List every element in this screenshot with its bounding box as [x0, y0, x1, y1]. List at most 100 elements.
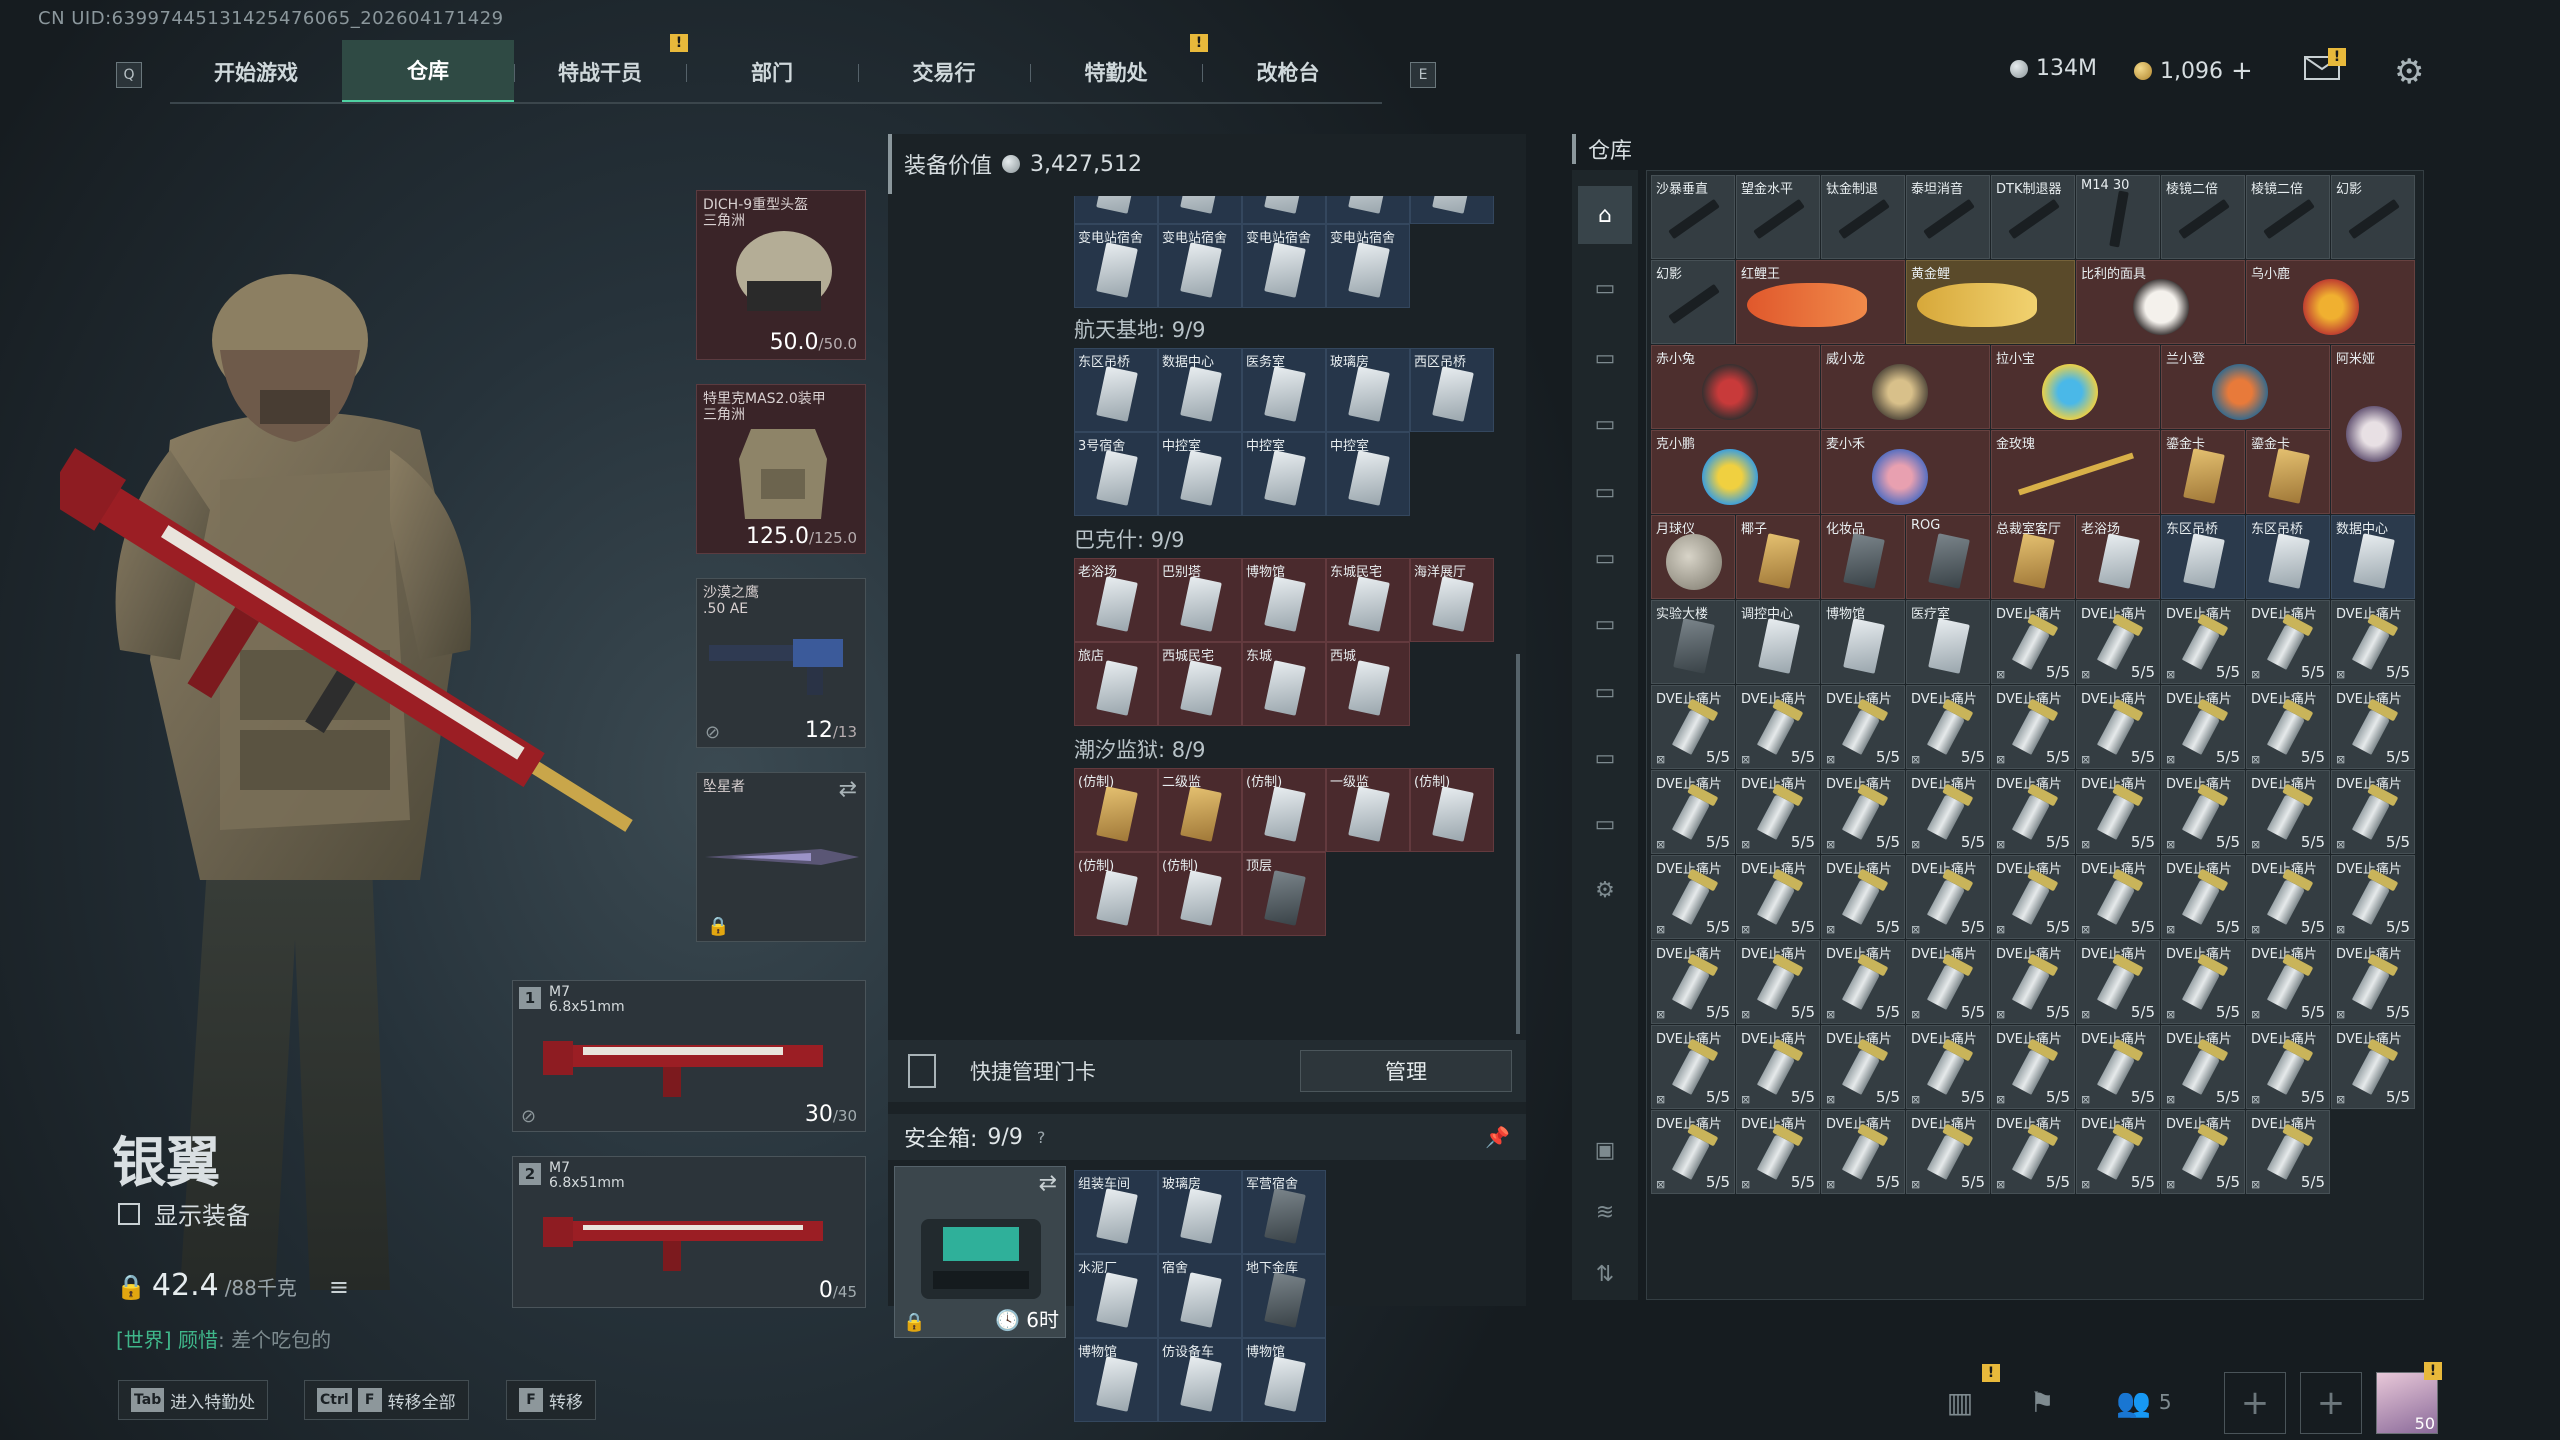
friends-button[interactable]: 👥 5	[2116, 1380, 2196, 1424]
prev-tab-key[interactable]: Q	[116, 62, 142, 88]
painkiller-stack-item[interactable]: DVE止痛片 ⊠ 5/5	[1736, 685, 1820, 769]
painkiller-stack-item[interactable]: DVE止痛片 ⊠ 5/5	[2246, 1110, 2330, 1194]
painkiller-stack-item[interactable]: DVE止痛片 ⊠ 5/5	[2161, 600, 2245, 684]
attachment-item[interactable]: 泰坦消音	[1906, 175, 1990, 259]
billy-mask-item[interactable]: 比利的面具	[2076, 260, 2245, 344]
settings-gear-icon[interactable]: ⚙	[2394, 52, 2424, 92]
painkiller-stack-item[interactable]: DVE止痛片 ⊠ 5/5	[2246, 940, 2330, 1024]
keycard-item[interactable]: 中控室	[1242, 432, 1326, 516]
painkiller-stack-item[interactable]: DVE止痛片 ⊠ 5/5	[1991, 770, 2075, 854]
painkiller-stack-item[interactable]: DVE止痛片 ⊠ 5/5	[2161, 770, 2245, 854]
keycard-item[interactable]: 东城	[1242, 642, 1326, 726]
invite-slot-2[interactable]: +	[2300, 1372, 2362, 1434]
keycard-item[interactable]: 中控室	[1326, 432, 1410, 516]
keycard-item[interactable]: 数据中心	[1158, 348, 1242, 432]
painkiller-stack-item[interactable]: DVE止痛片 ⊠ 5/5	[1821, 940, 1905, 1024]
painkiller-stack-item[interactable]: DVE止痛片 ⊠ 5/5	[2161, 685, 2245, 769]
collectible-item[interactable]: ROG	[1906, 515, 1990, 599]
figure-item[interactable]: 赤小兔	[1651, 345, 1820, 429]
painkiller-stack-item[interactable]: DVE止痛片 ⊠ 5/5	[1736, 1025, 1820, 1109]
painkiller-stack-item[interactable]: DVE止痛片 ⊠ 5/5	[1736, 1110, 1820, 1194]
painkiller-stack-item[interactable]: DVE止痛片 ⊠ 5/5	[1651, 685, 1735, 769]
keycard-item[interactable]: (仿制)	[1158, 852, 1242, 936]
storage-tab-2-icon[interactable]: ▭	[1587, 340, 1623, 376]
painkiller-stack-item[interactable]: DVE止痛片 ⊠ 5/5	[1651, 1025, 1735, 1109]
safe-item[interactable]: 博物馆	[1242, 1338, 1326, 1422]
attachment-item[interactable]: 棱镜二倍	[2161, 175, 2245, 259]
keycard-item[interactable]: (仿制)	[1242, 768, 1326, 852]
tab-trading[interactable]: 交易行	[858, 40, 1030, 104]
warehouse-all-icon[interactable]: ⌂	[1578, 186, 1632, 244]
helmet-slot[interactable]: DICH-9重型头盔 三角洲 50.0/50.0	[696, 190, 866, 360]
storage-tab-4-icon[interactable]: ▭	[1587, 474, 1623, 510]
keycard-item[interactable]: 顶层	[1242, 852, 1326, 936]
painkiller-stack-item[interactable]: DVE止痛片 ⊠ 5/5	[2331, 1025, 2415, 1109]
keycard-item[interactable]: 老浴场	[1074, 558, 1158, 642]
gold-card-item[interactable]: 鎏金卡	[2246, 430, 2330, 514]
painkiller-stack-item[interactable]: DVE止痛片 ⊠ 5/5	[1821, 685, 1905, 769]
keycard-item[interactable]	[1410, 196, 1494, 224]
keycard-item[interactable]: 东区吊桥	[1074, 348, 1158, 432]
keycard-item[interactable]: (仿制)	[1074, 852, 1158, 936]
attachment-item[interactable]: 钛金制退	[1821, 175, 1905, 259]
painkiller-stack-item[interactable]: DVE止痛片 ⊠ 5/5	[1906, 685, 1990, 769]
stats-chart-icon[interactable]: ▥	[1938, 1380, 1982, 1424]
storage-tab-5-icon[interactable]: ▭	[1587, 540, 1623, 576]
keycard-item[interactable]: 西区吊桥	[1410, 348, 1494, 432]
painkiller-stack-item[interactable]: DVE止痛片 ⊠ 5/5	[1736, 770, 1820, 854]
storage-settings-icon[interactable]: ⚙	[1587, 872, 1623, 908]
keycard-item[interactable]: 变电站宿舍	[1326, 224, 1410, 308]
keycard-scrollbar[interactable]	[1516, 654, 1520, 1034]
keycard-item[interactable]: 老浴场	[2076, 515, 2160, 599]
storage-portrait-icon[interactable]: ▣	[1587, 1132, 1623, 1168]
keycard-item[interactable]	[1158, 196, 1242, 224]
painkiller-stack-item[interactable]: DVE止痛片 ⊠ 5/5	[1651, 855, 1735, 939]
safe-item[interactable]: 地下金库	[1242, 1254, 1326, 1338]
swap-icon[interactable]: ⇄	[839, 777, 857, 802]
red-carp-item[interactable]: 红鲤王	[1736, 260, 1905, 344]
storage-tab-7-icon[interactable]: ▭	[1587, 674, 1623, 710]
keycard-item[interactable]: 西城	[1326, 642, 1410, 726]
figure-item[interactable]: 阿米娅	[2331, 345, 2415, 514]
player-avatar[interactable]: 50	[2376, 1372, 2438, 1434]
tab-special-ops[interactable]: 特勤处	[1030, 40, 1202, 104]
keycard-item[interactable]: 变电站宿舍	[1158, 224, 1242, 308]
list-icon[interactable]: ≡	[329, 1273, 349, 1301]
world-chat-line[interactable]: [世界] 顾惜: 差个吃包的	[116, 1324, 331, 1353]
painkiller-stack-item[interactable]: DVE止痛片 ⊠ 5/5	[1906, 1025, 1990, 1109]
painkiller-stack-item[interactable]: DVE止痛片 ⊠ 5/5	[2076, 685, 2160, 769]
golden-rose-item[interactable]: 金玫瑰	[1991, 430, 2160, 514]
swap-icon[interactable]: ⇄	[1039, 1171, 1057, 1196]
keycard-item[interactable]: 3号宿舍	[1074, 432, 1158, 516]
tab-departments[interactable]: 部门	[686, 40, 858, 104]
painkiller-stack-item[interactable]: DVE止痛片 ⊠ 5/5	[1736, 940, 1820, 1024]
melee-slot[interactable]: 坠星者 ⇄ 🔒	[696, 772, 866, 942]
keycard-item[interactable]: 医务室	[1242, 348, 1326, 432]
sort-icon[interactable]: ⇅	[1587, 1256, 1623, 1292]
storage-tab-3-icon[interactable]: ▭	[1587, 406, 1623, 442]
painkiller-stack-item[interactable]: DVE止痛片 ⊠ 5/5	[1906, 855, 1990, 939]
layers-icon[interactable]: ≋	[1587, 1194, 1623, 1230]
safe-item[interactable]: 宿舍	[1158, 1254, 1242, 1338]
painkiller-stack-item[interactable]: DVE止痛片 ⊠ 5/5	[2076, 855, 2160, 939]
keycard-item[interactable]: (仿制)	[1074, 768, 1158, 852]
safe-item[interactable]: 仿设备车	[1158, 1338, 1242, 1422]
tab-start-game[interactable]: 开始游戏	[170, 40, 342, 104]
painkiller-stack-item[interactable]: DVE止痛片 ⊠ 5/5	[2076, 940, 2160, 1024]
figure-item[interactable]: 威小龙	[1821, 345, 1990, 429]
warehouse-grid[interactable]: 沙暴垂直 望金水平 钛金制退 泰坦消音 DTK制退器 M14 30 棱镜二倍 棱…	[1646, 170, 2424, 1300]
painkiller-stack-item[interactable]: DVE止痛片 ⊠ 5/5	[1906, 770, 1990, 854]
attachment-item[interactable]: M14 30	[2076, 175, 2160, 259]
painkiller-stack-item[interactable]: DVE止痛片 ⊠ 5/5	[1991, 940, 2075, 1024]
keycard-item[interactable]: (仿制)	[1410, 768, 1494, 852]
keycard-item[interactable]: 变电站宿舍	[1242, 224, 1326, 308]
keycard-item[interactable]: 巴别塔	[1158, 558, 1242, 642]
keycard-item[interactable]: 海洋展厅	[1410, 558, 1494, 642]
painkiller-stack-item[interactable]: DVE止痛片 ⊠ 5/5	[2246, 770, 2330, 854]
storage-tab-6-icon[interactable]: ▭	[1587, 606, 1623, 642]
keycard-item[interactable]: 数据中心	[2331, 515, 2415, 599]
painkiller-stack-item[interactable]: DVE止痛片 ⊠ 5/5	[2331, 770, 2415, 854]
painkiller-stack-item[interactable]: DVE止痛片 ⊠ 5/5	[1821, 1025, 1905, 1109]
transfer-hint[interactable]: F 转移	[506, 1380, 596, 1420]
figure-item[interactable]: 麦小禾	[1821, 430, 1990, 514]
